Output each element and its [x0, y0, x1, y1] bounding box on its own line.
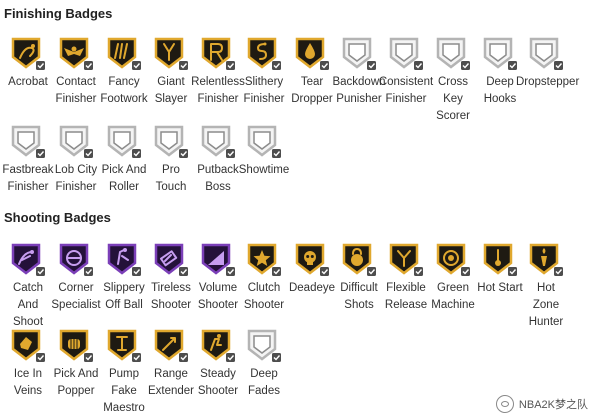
badge-contact-finisher[interactable]: Contact Finisher: [52, 36, 100, 108]
thermometer-icon: [482, 242, 518, 278]
silver-shield-icon: [200, 124, 236, 160]
y-icon: [388, 242, 424, 278]
badge-hot-zone-hunter[interactable]: Hot Zone Hunter: [522, 242, 570, 331]
badge-label: Hot Zone Hunter: [528, 282, 564, 328]
badge-lob-city-finisher[interactable]: Lob City Finisher: [52, 124, 100, 196]
badge-putback-boss[interactable]: Putback Boss: [194, 124, 242, 196]
badge-green-machine[interactable]: Green Machine: [429, 242, 477, 314]
watermark-text: NBA2K梦之队: [518, 399, 588, 411]
silver-shield-icon: [246, 124, 282, 160]
silver-shield-icon: [341, 36, 377, 72]
kettlebell-icon: [341, 242, 377, 278]
slippery-icon: [106, 242, 142, 278]
corner-icon: [58, 242, 94, 278]
silver-shield-icon: [246, 328, 282, 364]
badge-corner-specialist[interactable]: Corner Specialist: [51, 242, 101, 314]
silver-shield-icon: [482, 36, 518, 72]
badge-clutch-shooter[interactable]: Clutch Shooter: [240, 242, 288, 314]
teardrop-icon: [294, 36, 330, 72]
badge-label: Deep Fades: [248, 368, 280, 397]
star-icon: [246, 242, 282, 278]
silver-shield-icon: [435, 36, 471, 72]
acrobat-icon: [10, 36, 46, 72]
machine-icon: [435, 242, 471, 278]
battery-icon: [153, 242, 189, 278]
badge-dropstepper[interactable]: Dropstepper: [516, 36, 579, 91]
volume-icon: [200, 242, 236, 278]
fist-icon: [58, 328, 94, 364]
badge-deep-hooks[interactable]: Deep Hooks: [476, 36, 524, 108]
badge-label: Showtime: [238, 164, 290, 176]
badge-fastbreak-finisher[interactable]: Fastbreak Finisher: [2, 124, 54, 196]
badge-acrobat[interactable]: Acrobat: [4, 36, 52, 91]
badge-showtime[interactable]: Showtime: [239, 124, 289, 179]
snake-icon: [246, 36, 282, 72]
pump-icon: [106, 328, 142, 364]
catch-icon: [10, 242, 46, 278]
shooting-badges-title: Shooting Badges: [4, 210, 111, 225]
silver-shield-icon: [106, 124, 142, 160]
badge-catch-and-shoot[interactable]: Catch And Shoot: [4, 242, 52, 331]
skull-icon: [294, 242, 330, 278]
badge-ice-in-veins[interactable]: Ice In Veins: [4, 328, 52, 400]
badge-pick-and-popper[interactable]: Pick And Popper: [52, 328, 100, 400]
badge-slithery-finisher[interactable]: Slithery Finisher: [240, 36, 288, 108]
silver-shield-icon: [58, 124, 94, 160]
watermark: NBA2K梦之队: [495, 395, 588, 413]
wings-icon: [58, 36, 94, 72]
badge-label: Dropstepper: [516, 76, 580, 88]
ice-icon: [10, 328, 46, 364]
silver-shield-icon: [153, 124, 189, 160]
finishing-badges-title: Finishing Badges: [4, 6, 113, 21]
silver-shield-icon: [528, 36, 564, 72]
wechat-icon: [495, 395, 514, 413]
silver-shield-icon: [388, 36, 424, 72]
silver-shield-icon: [10, 124, 46, 160]
extender-icon: [153, 328, 189, 364]
r-icon: [200, 36, 236, 72]
badge-deep-fades[interactable]: Deep Fades: [240, 328, 288, 400]
slingshot-icon: [153, 36, 189, 72]
steady-icon: [200, 328, 236, 364]
footwork-icon: [106, 36, 142, 72]
torch-icon: [528, 242, 564, 278]
